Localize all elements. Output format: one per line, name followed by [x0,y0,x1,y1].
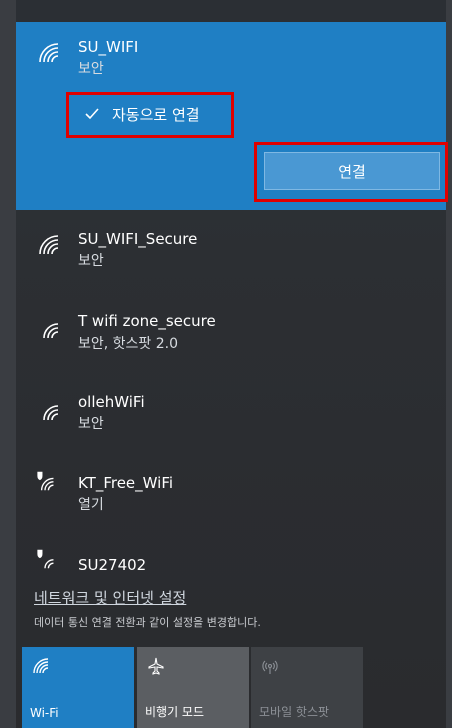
checkmark-icon[interactable] [84,106,100,122]
tile-label: 비행기 모드 [145,705,205,719]
top-strip [0,0,452,22]
auto-connect-label[interactable]: 자동으로 연결 [112,104,200,125]
network-status: 보안, 핫스팟 2.0 [78,336,179,352]
tile-label: 모바일 핫스팟 [259,705,330,719]
network-settings-description: 데이터 통신 연결 전환과 같이 설정을 변경합니다. [34,616,261,629]
network-status: 보안 [78,253,104,269]
network-name: SU_WIFI [78,38,139,56]
wifi-toggle-tile[interactable]: Wi-Fi [22,647,134,728]
network-name[interactable]: KT_Free_WiFi [78,474,173,492]
left-strip [0,0,16,728]
wifi-signal-icon [38,234,60,256]
network-status: 보안 [78,416,104,432]
airplane-mode-tile[interactable]: 비행기 모드 [137,647,249,728]
wifi-icon [32,657,50,675]
hotspot-icon [261,657,279,675]
connect-button[interactable]: 연결 [264,152,440,190]
network-name[interactable]: SU_WIFI_Secure [78,230,197,248]
tile-label: Wi-Fi [30,706,59,720]
right-strip [446,0,452,728]
network-status: 열기 [78,497,104,513]
open-network-wifi-icon [34,470,56,492]
wifi-signal-icon [38,42,60,64]
mobile-hotspot-tile[interactable]: 모바일 핫스팟 [251,647,363,728]
network-status: 보안 [78,61,104,77]
airplane-icon [147,657,165,675]
network-name[interactable]: ollehWiFi [78,393,145,411]
network-settings-link[interactable]: 네트워크 및 인터넷 설정 [34,587,186,608]
open-network-wifi-icon [34,548,56,570]
wifi-signal-icon [38,318,60,340]
network-name[interactable]: SU27402 [78,556,146,574]
wifi-signal-icon [38,400,60,422]
network-name[interactable]: T wifi zone_secure [78,312,216,330]
